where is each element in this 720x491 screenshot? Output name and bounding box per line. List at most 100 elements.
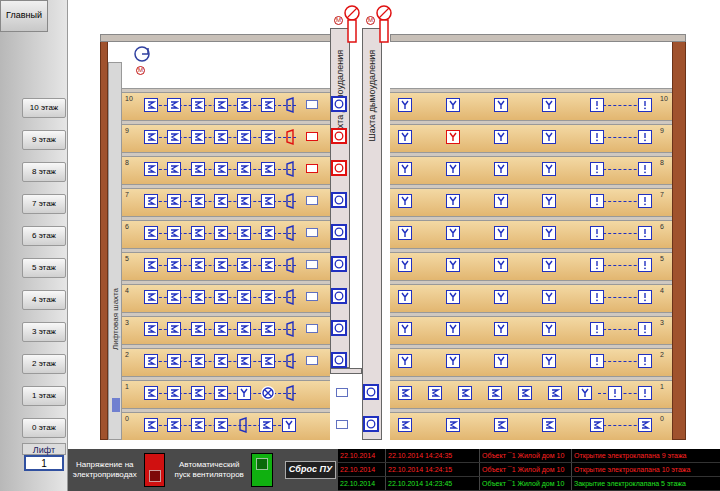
event-row[interactable]: 22.10.201422.10.2014 14:23:45Объект ¯1 Ж…: [338, 477, 720, 491]
detector[interactable]: [259, 418, 273, 432]
detector[interactable]: [284, 256, 296, 274]
detector[interactable]: [590, 290, 604, 304]
detector[interactable]: [214, 162, 228, 176]
detector[interactable]: [458, 386, 472, 400]
detector[interactable]: [518, 386, 532, 400]
detector[interactable]: [237, 416, 249, 434]
detector[interactable]: [191, 386, 205, 400]
detector[interactable]: [494, 162, 508, 176]
toggle-switch[interactable]: [144, 453, 166, 487]
detector[interactable]: [488, 386, 502, 400]
floor-button[interactable]: 10 этаж: [22, 98, 66, 118]
detector[interactable]: [191, 130, 205, 144]
detector[interactable]: [446, 226, 460, 240]
floor-button[interactable]: 1 этаж: [22, 386, 66, 406]
floor-button[interactable]: 2 этаж: [22, 354, 66, 374]
detector[interactable]: [398, 130, 412, 144]
detector[interactable]: [144, 226, 158, 240]
floor-button[interactable]: 4 этаж: [22, 290, 66, 310]
event-row[interactable]: 22.10.201422.10.2014 14:24:35Объект ¯1 Ж…: [338, 449, 720, 463]
detector[interactable]: [167, 258, 181, 272]
detector[interactable]: [398, 194, 412, 208]
detector[interactable]: [542, 130, 556, 144]
detector[interactable]: [638, 162, 652, 176]
smoke-valve[interactable]: [331, 128, 347, 144]
floor-button[interactable]: 7 этаж: [22, 194, 66, 214]
detector[interactable]: [261, 98, 275, 112]
detector[interactable]: [428, 386, 442, 400]
detector[interactable]: [191, 354, 205, 368]
detector[interactable]: [398, 226, 412, 240]
detector[interactable]: [261, 194, 275, 208]
detector[interactable]: [191, 162, 205, 176]
smoke-valve[interactable]: [331, 192, 347, 208]
detector[interactable]: [608, 386, 622, 400]
detector[interactable]: [144, 130, 158, 144]
detector[interactable]: [214, 98, 228, 112]
detector[interactable]: [261, 290, 275, 304]
smoke-valve[interactable]: [363, 416, 379, 432]
detector[interactable]: [578, 386, 592, 400]
detector[interactable]: [638, 386, 652, 400]
detector[interactable]: [167, 290, 181, 304]
detector[interactable]: [237, 386, 251, 400]
detector[interactable]: [237, 130, 251, 144]
detector[interactable]: [398, 386, 412, 400]
detector[interactable]: [446, 162, 460, 176]
detector[interactable]: [167, 194, 181, 208]
detector[interactable]: [542, 98, 556, 112]
detector[interactable]: [284, 224, 296, 242]
detector[interactable]: [590, 226, 604, 240]
detector[interactable]: [191, 226, 205, 240]
detector[interactable]: [494, 354, 508, 368]
detector[interactable]: [590, 98, 604, 112]
detector[interactable]: [144, 418, 158, 432]
detector[interactable]: [638, 354, 652, 368]
detector[interactable]: [144, 322, 158, 336]
detector[interactable]: [446, 290, 460, 304]
detector[interactable]: [446, 354, 460, 368]
detector[interactable]: [237, 226, 251, 240]
detector[interactable]: [144, 386, 158, 400]
detector[interactable]: [542, 290, 556, 304]
detector[interactable]: [284, 192, 296, 210]
detector[interactable]: [494, 226, 508, 240]
detector[interactable]: [446, 98, 460, 112]
detector[interactable]: [638, 258, 652, 272]
detector[interactable]: [284, 384, 296, 402]
smoke-valve[interactable]: [331, 320, 347, 336]
detector[interactable]: [542, 226, 556, 240]
detector[interactable]: [237, 290, 251, 304]
detector[interactable]: [261, 226, 275, 240]
detector[interactable]: [237, 258, 251, 272]
detector[interactable]: [191, 258, 205, 272]
detector[interactable]: [237, 194, 251, 208]
detector[interactable]: [284, 320, 296, 338]
toggle-switch[interactable]: [251, 453, 273, 487]
detector[interactable]: [144, 354, 158, 368]
detector[interactable]: [261, 386, 275, 400]
detector[interactable]: [214, 226, 228, 240]
detector[interactable]: [191, 322, 205, 336]
detector[interactable]: [144, 194, 158, 208]
detector[interactable]: [398, 258, 412, 272]
detector[interactable]: [638, 194, 652, 208]
detector[interactable]: [214, 418, 228, 432]
detector[interactable]: [144, 258, 158, 272]
detector[interactable]: [214, 322, 228, 336]
detector[interactable]: [494, 322, 508, 336]
detector[interactable]: [167, 130, 181, 144]
detector[interactable]: [494, 130, 508, 144]
detector[interactable]: [398, 98, 412, 112]
detector[interactable]: [494, 290, 508, 304]
detector[interactable]: [284, 160, 296, 178]
smoke-valve[interactable]: [331, 288, 347, 304]
detector[interactable]: [167, 386, 181, 400]
smoke-valve[interactable]: [331, 96, 347, 112]
detector[interactable]: [542, 258, 556, 272]
smoke-valve[interactable]: [331, 160, 347, 176]
floor-button[interactable]: 8 этаж: [22, 162, 66, 182]
detector[interactable]: [590, 322, 604, 336]
detector[interactable]: [284, 128, 296, 146]
floor-button[interactable]: 5 этаж: [22, 258, 66, 278]
